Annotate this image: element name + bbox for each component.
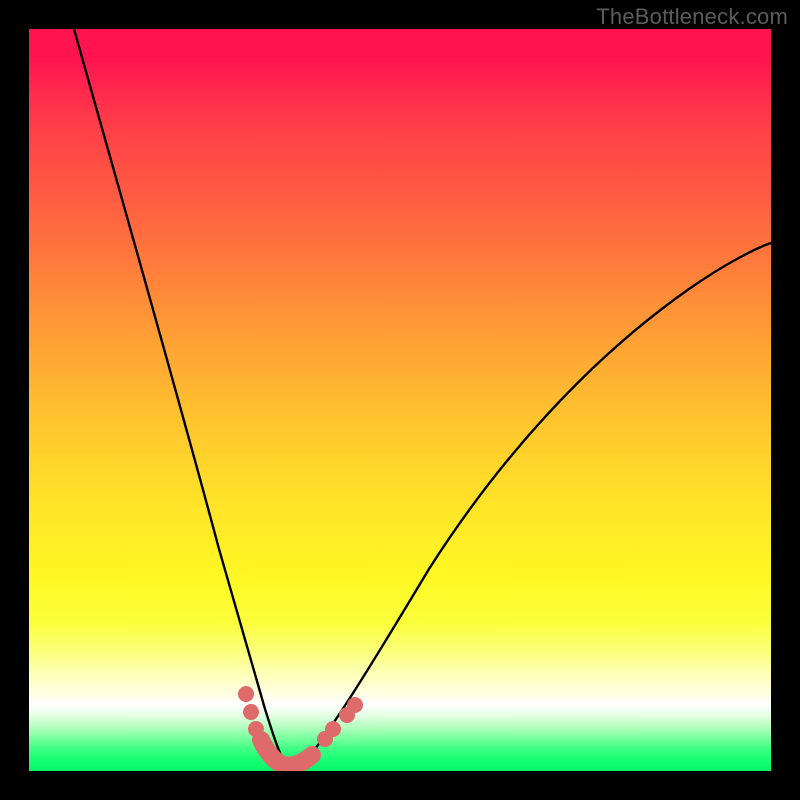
bead bbox=[243, 704, 259, 720]
bead bbox=[347, 697, 363, 713]
curve-layer bbox=[29, 29, 771, 771]
optimal-sausage bbox=[261, 740, 312, 766]
watermark-text: TheBottleneck.com bbox=[596, 4, 788, 30]
bead bbox=[238, 686, 254, 702]
bead bbox=[248, 721, 264, 737]
right-branch-curve bbox=[301, 243, 771, 767]
bead bbox=[325, 721, 341, 737]
plot-area bbox=[29, 29, 771, 771]
outer-frame: TheBottleneck.com bbox=[0, 0, 800, 800]
left-branch-curve bbox=[74, 29, 287, 767]
right-beads-group bbox=[317, 697, 363, 747]
